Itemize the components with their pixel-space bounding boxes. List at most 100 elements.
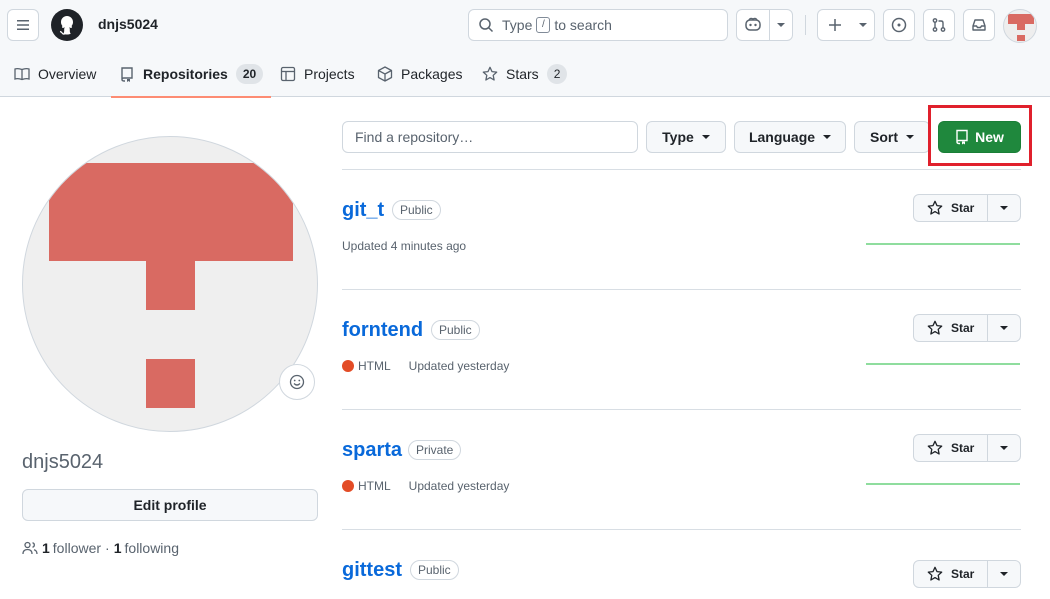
tab-stars[interactable]: Stars 2 [482, 50, 568, 97]
tab-packages[interactable]: Packages [377, 50, 462, 97]
star-button[interactable]: Star [914, 561, 989, 587]
star-icon [927, 566, 943, 581]
book-icon [14, 67, 30, 80]
visibility-badge: Public [431, 320, 480, 340]
repo-link[interactable]: forntend [342, 319, 423, 342]
repo-meta: HTML Updated yesterday [342, 359, 509, 373]
copilot-button[interactable] [737, 10, 771, 40]
following-label[interactable]: following [125, 540, 179, 556]
search-prefix: Type [502, 17, 533, 33]
top-header: dnjs5024 Type / to search [0, 0, 1050, 50]
star-button[interactable]: Star [914, 435, 989, 461]
star-button-group: Star [913, 434, 1021, 462]
github-logo-icon[interactable] [51, 9, 83, 41]
star-label: Star [950, 441, 975, 455]
hamburger-icon [17, 20, 29, 30]
tab-label: Overview [38, 65, 97, 82]
copilot-dropdown-button[interactable] [770, 10, 792, 40]
profile-tab-bar: Overview Repositories 20 Projects Packag… [0, 50, 1050, 98]
tab-overview[interactable]: Overview [14, 50, 96, 97]
star-label: Star [950, 567, 975, 581]
visibility-badge: Private [408, 440, 462, 460]
star-button[interactable]: Star [914, 195, 989, 221]
list-divider [342, 409, 1021, 410]
repo-link[interactable]: gittest [342, 559, 402, 582]
tab-label: Stars [506, 65, 539, 82]
language-filter-label: Language [748, 129, 816, 145]
copilot-button-group [736, 9, 793, 41]
repo-language: HTML [358, 479, 391, 493]
star-list-dropdown[interactable] [988, 315, 1020, 341]
tab-repositories[interactable]: Repositories 20 [110, 50, 272, 98]
tab-projects[interactable]: Projects [280, 50, 355, 97]
people-icon [22, 541, 38, 555]
tab-label: Repositories [143, 65, 228, 82]
plus-icon [829, 19, 841, 31]
star-list-dropdown[interactable] [988, 561, 1020, 587]
hamburger-menu-button[interactable] [7, 9, 39, 41]
tab-label: Projects [304, 65, 355, 82]
profile-username: dnjs5024 [22, 451, 104, 473]
star-label: Star [950, 201, 975, 215]
stars-count-badge: 2 [546, 63, 568, 84]
star-icon [927, 320, 943, 335]
repo-meta: HTML Updated yesterday [342, 479, 509, 493]
activity-sparkline [866, 243, 1020, 245]
language-filter-button[interactable]: Language [734, 121, 846, 153]
type-filter-button[interactable]: Type [646, 121, 726, 153]
table-icon [280, 66, 296, 81]
type-filter-label: Type [662, 129, 694, 145]
repo-meta: Updated 4 minutes ago [342, 239, 466, 253]
list-divider [342, 289, 1021, 290]
visibility-badge: Public [392, 200, 441, 220]
star-button[interactable]: Star [914, 315, 989, 341]
star-icon [927, 440, 943, 455]
language-color-dot [342, 480, 354, 492]
header-divider [805, 15, 806, 35]
user-avatar-button[interactable] [1003, 9, 1037, 43]
following-count[interactable]: 1 [114, 540, 122, 556]
create-new-dropdown[interactable] [852, 10, 874, 40]
star-icon [927, 200, 943, 215]
star-icon [482, 66, 498, 81]
followers-label[interactable]: follower [53, 540, 101, 556]
edit-profile-button[interactable]: Edit profile [22, 489, 318, 521]
star-button-group: Star [913, 194, 1021, 222]
caret-down-icon [906, 135, 914, 139]
create-new-button-group [817, 9, 875, 41]
star-list-dropdown[interactable] [988, 195, 1020, 221]
visibility-badge: Public [410, 560, 459, 580]
repo-link[interactable]: sparta [342, 439, 402, 462]
caret-down-icon [1000, 206, 1009, 210]
set-status-button[interactable] [279, 364, 315, 400]
sort-label: Sort [870, 129, 898, 145]
pull-requests-button[interactable] [923, 9, 955, 41]
issues-button[interactable] [883, 9, 915, 41]
search-shortcut-key: / [536, 17, 551, 33]
search-input[interactable]: Type / to search [468, 9, 728, 41]
sort-button[interactable]: Sort [854, 121, 930, 153]
search-icon [479, 18, 494, 33]
star-button-group: Star [913, 314, 1021, 342]
follow-stats: 1 follower · 1 following [22, 540, 179, 556]
tab-label: Packages [401, 65, 463, 82]
list-divider [342, 529, 1021, 530]
star-list-dropdown[interactable] [988, 435, 1020, 461]
star-button-group: Star [913, 560, 1021, 588]
repo-count-badge: 20 [235, 63, 264, 84]
header-username[interactable]: dnjs5024 [98, 16, 158, 32]
identicon-avatar [1008, 14, 1034, 41]
annotation-highlight-box [928, 105, 1032, 166]
profile-avatar[interactable] [22, 136, 318, 432]
caret-down-icon [1000, 446, 1009, 450]
create-new-button[interactable] [818, 10, 852, 40]
inbox-button[interactable] [963, 9, 995, 41]
repo-link[interactable]: git_t [342, 199, 384, 222]
chevron-down-icon [859, 23, 867, 27]
find-repository-input[interactable]: Find a repository… [342, 121, 638, 153]
identicon-avatar [49, 163, 293, 408]
copilot-icon [745, 17, 761, 31]
repo-language: HTML [358, 359, 391, 373]
updated-time: Updated yesterday [408, 359, 510, 373]
followers-count[interactable]: 1 [42, 540, 50, 556]
